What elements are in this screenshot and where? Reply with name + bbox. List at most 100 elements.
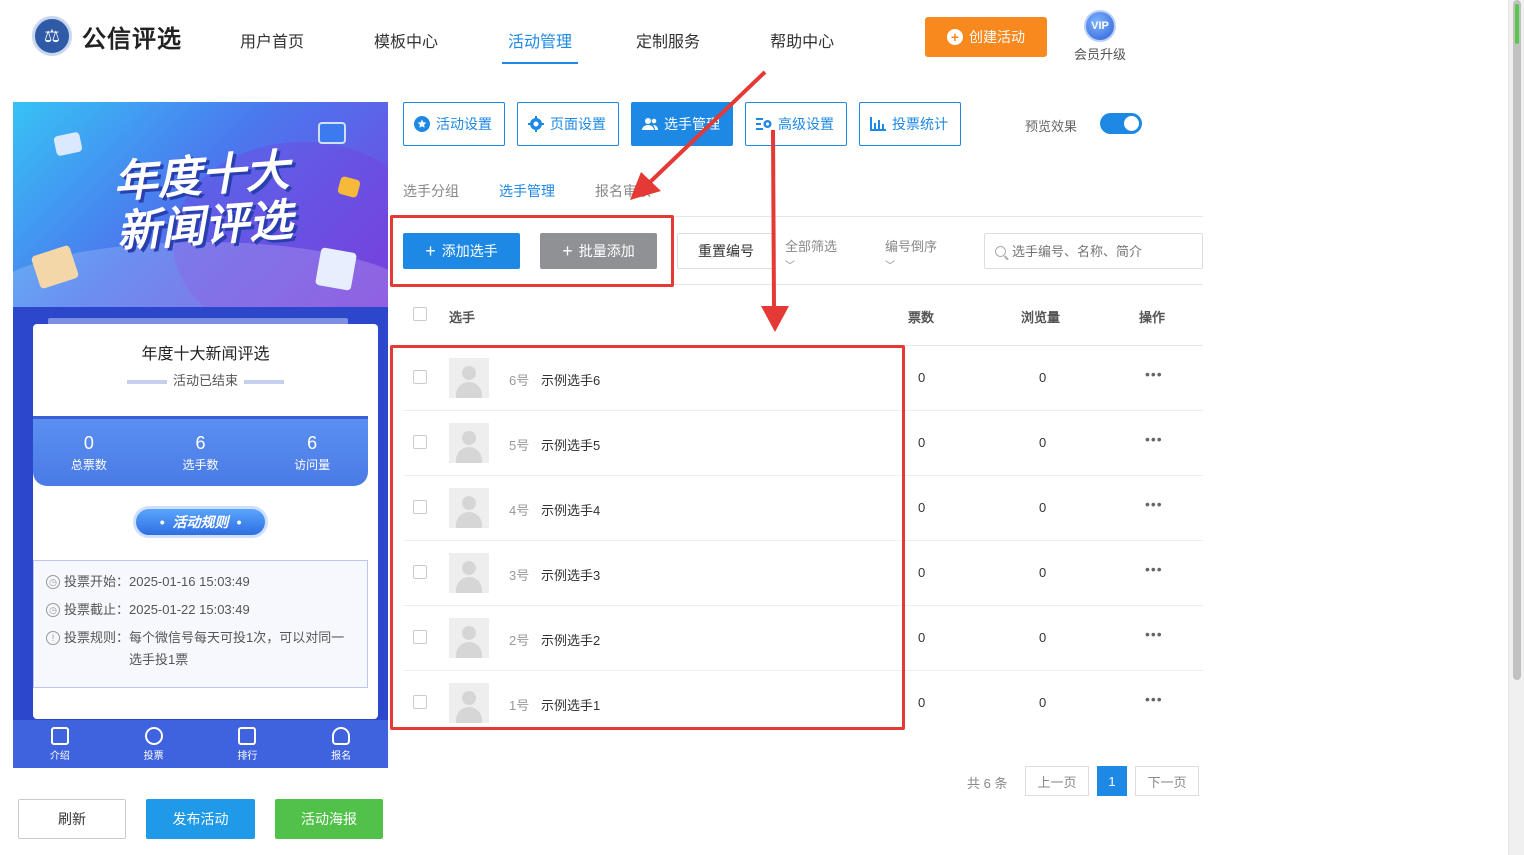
- tool-player-management[interactable]: 选手管理: [631, 102, 733, 146]
- activity-card: 年度十大新闻评选 活动已结束 0 总票数 6 选手数 6 访问量 活动规则: [33, 324, 378, 719]
- scroll-indicator: [1515, 4, 1519, 44]
- stat-players: 6 选手数: [182, 432, 219, 472]
- activity-title: 年度十大新闻评选: [141, 346, 270, 363]
- vote-count: 0: [918, 630, 926, 645]
- subtab-signup-review[interactable]: 报名审核: [595, 181, 651, 201]
- view-count: 0: [1039, 695, 1047, 710]
- preview-toggle[interactable]: [1100, 113, 1142, 134]
- filter-all-dropdown[interactable]: 全部筛选 ﹀: [785, 236, 837, 272]
- tool-activity-settings[interactable]: 活动设置: [403, 102, 505, 146]
- mobile-preview: 年度十大 新闻评选 年度十大新闻评选 活动已结束 0 总票数 6 选手数 6 访…: [13, 102, 388, 768]
- user-icon: [332, 726, 351, 745]
- search-icon: [995, 245, 1006, 257]
- chat-bubble-icon: [53, 131, 83, 157]
- rules-heading: 活动规则: [133, 506, 268, 538]
- search-input[interactable]: [1012, 243, 1192, 259]
- nav-item-activities[interactable]: 活动管理: [502, 28, 579, 64]
- bar-chart-icon: [870, 117, 886, 131]
- more-icon[interactable]: •••: [1145, 626, 1163, 642]
- toggle-knob: [1124, 116, 1139, 131]
- subtab-players[interactable]: 选手管理: [499, 181, 555, 201]
- prev-page-button[interactable]: 上一页: [1025, 766, 1089, 796]
- tool-advanced-settings[interactable]: 高级设置: [745, 102, 847, 146]
- tool-vote-stats[interactable]: 投票统计: [859, 102, 961, 146]
- stats-panel: 0 总票数 6 选手数 6 访问量: [33, 416, 368, 486]
- vip-upgrade[interactable]: VIP 会员升级: [1070, 10, 1130, 63]
- scroll-thumb[interactable]: [1513, 0, 1521, 680]
- nav-item-custom[interactable]: 定制服务: [636, 28, 700, 64]
- logo[interactable]: ⚖ 公信评选: [32, 16, 182, 56]
- vote-count: 0: [918, 565, 926, 580]
- sort-desc-dropdown[interactable]: 编号倒序 ﹀: [885, 236, 937, 272]
- view-count: 0: [1039, 565, 1047, 580]
- page-1-button[interactable]: 1: [1097, 766, 1127, 796]
- header-operations: 操作: [1139, 310, 1166, 325]
- vote-icon: [144, 726, 163, 745]
- main-nav: 用户首页 模板中心 活动管理 定制服务 帮助中心: [240, 28, 904, 64]
- sub-tabs: 选手分组 选手管理 报名审核: [403, 181, 691, 201]
- scrollbar[interactable]: [1508, 0, 1524, 855]
- vote-count: 0: [918, 695, 926, 710]
- reset-numbering-button[interactable]: 重置编号: [677, 233, 775, 269]
- view-count: 0: [1039, 370, 1047, 385]
- more-icon[interactable]: •••: [1145, 561, 1163, 577]
- play-icon: [318, 122, 346, 144]
- brand-name: 公信评选: [82, 25, 182, 53]
- rules-box: ◷ 投票开始： 2025-01-16 15:03:49 ◷ 投票截止： 2025…: [33, 560, 368, 688]
- document-icon: [50, 726, 69, 745]
- scales-icon: ⚖: [32, 16, 72, 56]
- tab-intro[interactable]: 介绍: [30, 726, 90, 762]
- vip-icon: VIP: [1084, 10, 1116, 42]
- rule-start: ◷ 投票开始： 2025-01-16 15:03:49: [46, 571, 355, 593]
- next-page-button[interactable]: 下一页: [1135, 766, 1199, 796]
- select-all-checkbox[interactable]: [413, 307, 427, 321]
- tab-vote[interactable]: 投票: [124, 726, 184, 762]
- newspaper-icon: [314, 247, 358, 291]
- gear-icon: [528, 116, 544, 132]
- rule-policy: ! 投票规则： 每个微信号每天可投1次，可以对同一选手投1票: [46, 627, 355, 671]
- total-count: 共 6 条: [967, 776, 1008, 791]
- annotation-arrow-line: [771, 129, 776, 309]
- nav-item-help[interactable]: 帮助中心: [770, 28, 834, 64]
- refresh-button[interactable]: 刷新: [18, 799, 126, 839]
- more-icon[interactable]: •••: [1145, 431, 1163, 447]
- view-count: 0: [1039, 435, 1047, 450]
- create-activity-label: 创建活动: [969, 29, 1025, 45]
- tab-signup[interactable]: 报名: [311, 726, 371, 762]
- more-icon[interactable]: •••: [1145, 691, 1163, 707]
- plus-circle-icon: +: [947, 29, 963, 45]
- view-count: 0: [1039, 630, 1047, 645]
- nav-item-home[interactable]: 用户首页: [240, 28, 304, 64]
- stat-total-votes: 0 总票数: [70, 432, 107, 472]
- vote-count: 0: [918, 435, 926, 450]
- create-activity-button[interactable]: + 创建活动: [925, 17, 1047, 57]
- header-votes: 票数: [908, 310, 935, 325]
- users-icon: [642, 118, 658, 130]
- chevron-down-icon: ﹀: [885, 261, 895, 272]
- tab-ranking[interactable]: 排行: [217, 726, 277, 762]
- annotation-arrowhead: [761, 306, 789, 332]
- preview-effect-label: 预览效果: [1025, 119, 1078, 134]
- mobile-tabbar: 介绍 投票 排行 报名: [13, 720, 388, 768]
- chevron-down-icon: ﹀: [785, 261, 795, 272]
- poster-button[interactable]: 活动海报: [275, 799, 383, 839]
- vote-count: 0: [918, 500, 926, 515]
- more-icon[interactable]: •••: [1145, 366, 1163, 382]
- nav-item-templates[interactable]: 模板中心: [374, 28, 438, 64]
- tool-page-settings[interactable]: 页面设置: [517, 102, 619, 146]
- banner-image: 年度十大 新闻评选: [13, 102, 388, 307]
- clock-icon: ◷: [46, 575, 60, 589]
- info-icon: !: [46, 631, 60, 645]
- annotation-box-player-list: [390, 345, 905, 730]
- rule-end: ◷ 投票截止： 2025-01-22 15:03:49: [46, 599, 355, 621]
- banner-title: 年度十大 新闻评选: [111, 145, 295, 258]
- page: ⚖ 公信评选 用户首页 模板中心 活动管理 定制服务 帮助中心 + 创建活动 V…: [0, 0, 1524, 855]
- publish-button[interactable]: 发布活动: [146, 799, 255, 839]
- header-views: 浏览量: [1021, 310, 1061, 325]
- subtab-groups[interactable]: 选手分组: [403, 181, 459, 201]
- annotation-box-add-buttons: [390, 215, 674, 287]
- more-icon[interactable]: •••: [1145, 496, 1163, 512]
- view-count: 0: [1039, 500, 1047, 515]
- bar-chart-icon: [238, 726, 257, 745]
- sliders-gear-icon: [756, 118, 772, 130]
